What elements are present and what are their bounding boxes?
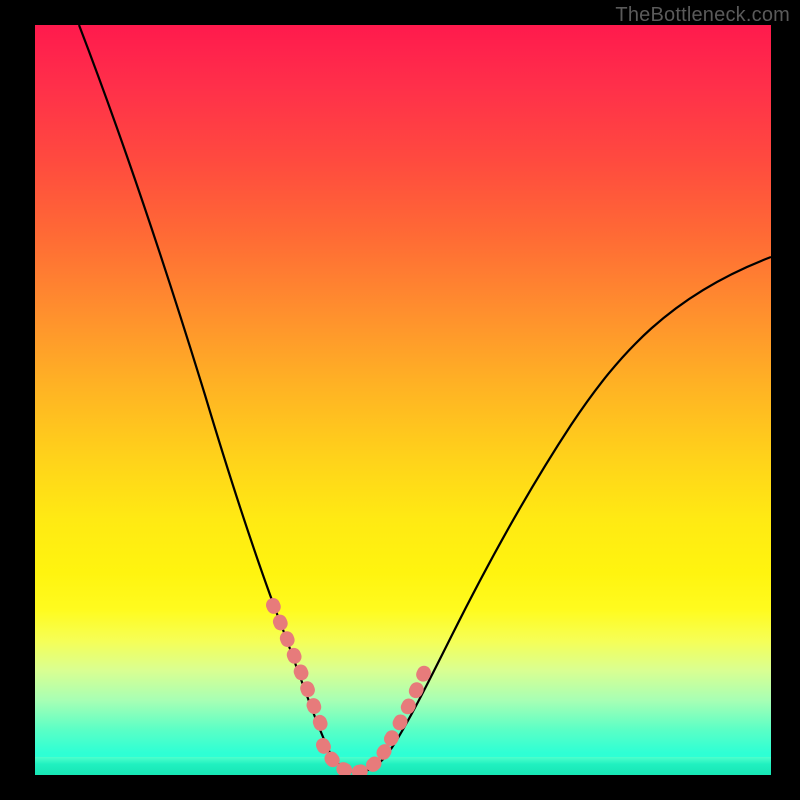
bottleneck-curve (79, 25, 771, 772)
bottleneck-curve-svg (35, 25, 771, 775)
watermark-text: TheBottleneck.com (615, 4, 790, 27)
highlight-trough (323, 745, 387, 772)
chart-frame: TheBottleneck.com (0, 0, 800, 800)
highlight-segment-left (273, 605, 321, 725)
plot-area (35, 25, 771, 775)
highlight-segment-right (391, 666, 427, 739)
